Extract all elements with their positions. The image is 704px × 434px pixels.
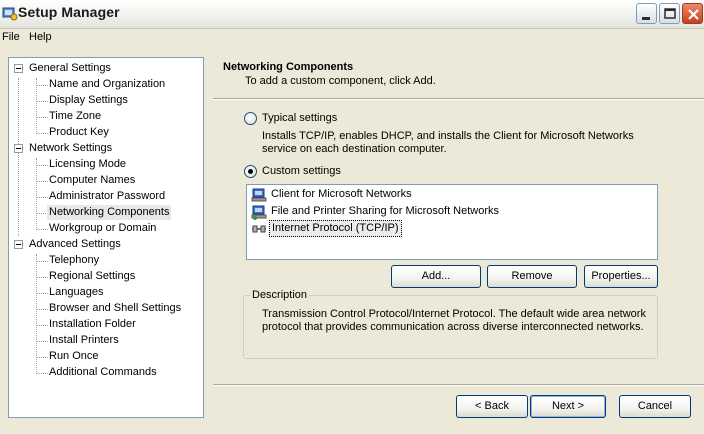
window-title: Setup Manager: [18, 4, 120, 20]
tree-item-name-and-organization[interactable]: Name and Organization: [47, 77, 167, 92]
typical-settings-description-line1: Installs TCP/IP, enables DHCP, and insta…: [262, 130, 634, 142]
close-icon: [688, 9, 699, 20]
collapse-advanced-icon[interactable]: [14, 240, 23, 249]
tree-general-settings[interactable]: General Settings: [27, 61, 113, 76]
tree-item-computer-names[interactable]: Computer Names: [47, 173, 137, 188]
description-legend: Description: [250, 289, 310, 301]
title-bar[interactable]: Setup Manager: [0, 0, 704, 29]
maximize-button[interactable]: [659, 3, 680, 24]
tree-item-licensing-mode[interactable]: Licensing Mode: [47, 157, 128, 172]
properties-button[interactable]: Properties...: [584, 265, 658, 288]
description-line1: Transmission Control Protocol/Internet P…: [262, 308, 646, 320]
typical-settings-radio[interactable]: [244, 112, 257, 125]
file-printer-sharing-icon: [251, 204, 267, 220]
collapse-general-icon[interactable]: [14, 64, 23, 73]
tree-connector: [36, 254, 37, 374]
custom-settings-label[interactable]: Custom settings: [262, 165, 341, 177]
tree-item-install-printers[interactable]: Install Printers: [47, 333, 121, 348]
close-button[interactable]: [682, 3, 703, 24]
page-subtitle: To add a custom component, click Add.: [245, 75, 436, 87]
cancel-button[interactable]: Cancel: [619, 395, 691, 418]
menu-file[interactable]: File: [0, 30, 22, 44]
tree-connector: [18, 78, 19, 236]
tree-item-time-zone[interactable]: Time Zone: [47, 109, 103, 124]
description-line2: protocol that provides communication acr…: [262, 321, 644, 333]
minimize-button[interactable]: [636, 3, 657, 24]
components-list[interactable]: Client for Microsoft Networks File and P…: [246, 184, 658, 260]
tree-item-workgroup-or-domain[interactable]: Workgroup or Domain: [47, 221, 158, 236]
back-button[interactable]: < Back: [456, 395, 528, 418]
tree-item-networking-components[interactable]: Networking Components: [47, 205, 172, 220]
network-client-icon: [251, 187, 267, 203]
component-label: File and Printer Sharing for Microsoft N…: [271, 205, 500, 217]
add-button[interactable]: Add...: [391, 265, 481, 288]
minimize-icon: [642, 17, 650, 20]
menu-bar: File Help: [0, 29, 704, 47]
collapse-network-icon[interactable]: [14, 144, 23, 153]
custom-settings-radio[interactable]: [244, 165, 257, 178]
maximize-icon: [664, 8, 676, 19]
page-title: Networking Components: [223, 61, 354, 73]
typical-settings-label[interactable]: Typical settings: [262, 112, 337, 124]
tree-network-settings[interactable]: Network Settings: [27, 141, 114, 156]
menu-help[interactable]: Help: [27, 30, 54, 44]
next-button[interactable]: Next >: [530, 395, 606, 418]
tree-item-telephony[interactable]: Telephony: [47, 253, 101, 268]
tree-item-display-settings[interactable]: Display Settings: [47, 93, 130, 108]
tree-item-product-key[interactable]: Product Key: [47, 125, 111, 140]
tree-advanced-settings[interactable]: Advanced Settings: [27, 237, 123, 252]
component-label: Client for Microsoft Networks: [271, 188, 412, 200]
setup-manager-app-icon: [2, 5, 18, 21]
tree-item-installation-folder[interactable]: Installation Folder: [47, 317, 138, 332]
tree-item-administrator-password[interactable]: Administrator Password: [47, 189, 167, 204]
tree-item-languages[interactable]: Languages: [47, 285, 105, 300]
settings-tree[interactable]: General Settings Name and Organization D…: [8, 57, 204, 418]
remove-button[interactable]: Remove: [487, 265, 577, 288]
tree-item-regional-settings[interactable]: Regional Settings: [47, 269, 137, 284]
tree-connector: [36, 158, 37, 230]
footer-divider: [213, 384, 704, 386]
tree-item-run-once[interactable]: Run Once: [47, 349, 101, 364]
tree-item-browser-and-shell-settings[interactable]: Browser and Shell Settings: [47, 301, 183, 316]
tree-connector: [36, 78, 37, 134]
header-divider: [213, 98, 704, 100]
component-label: Internet Protocol (TCP/IP): [269, 220, 402, 237]
protocol-icon: [251, 221, 267, 237]
typical-settings-description-line2: service on each destination computer.: [262, 143, 447, 155]
tree-item-additional-commands[interactable]: Additional Commands: [47, 365, 159, 380]
